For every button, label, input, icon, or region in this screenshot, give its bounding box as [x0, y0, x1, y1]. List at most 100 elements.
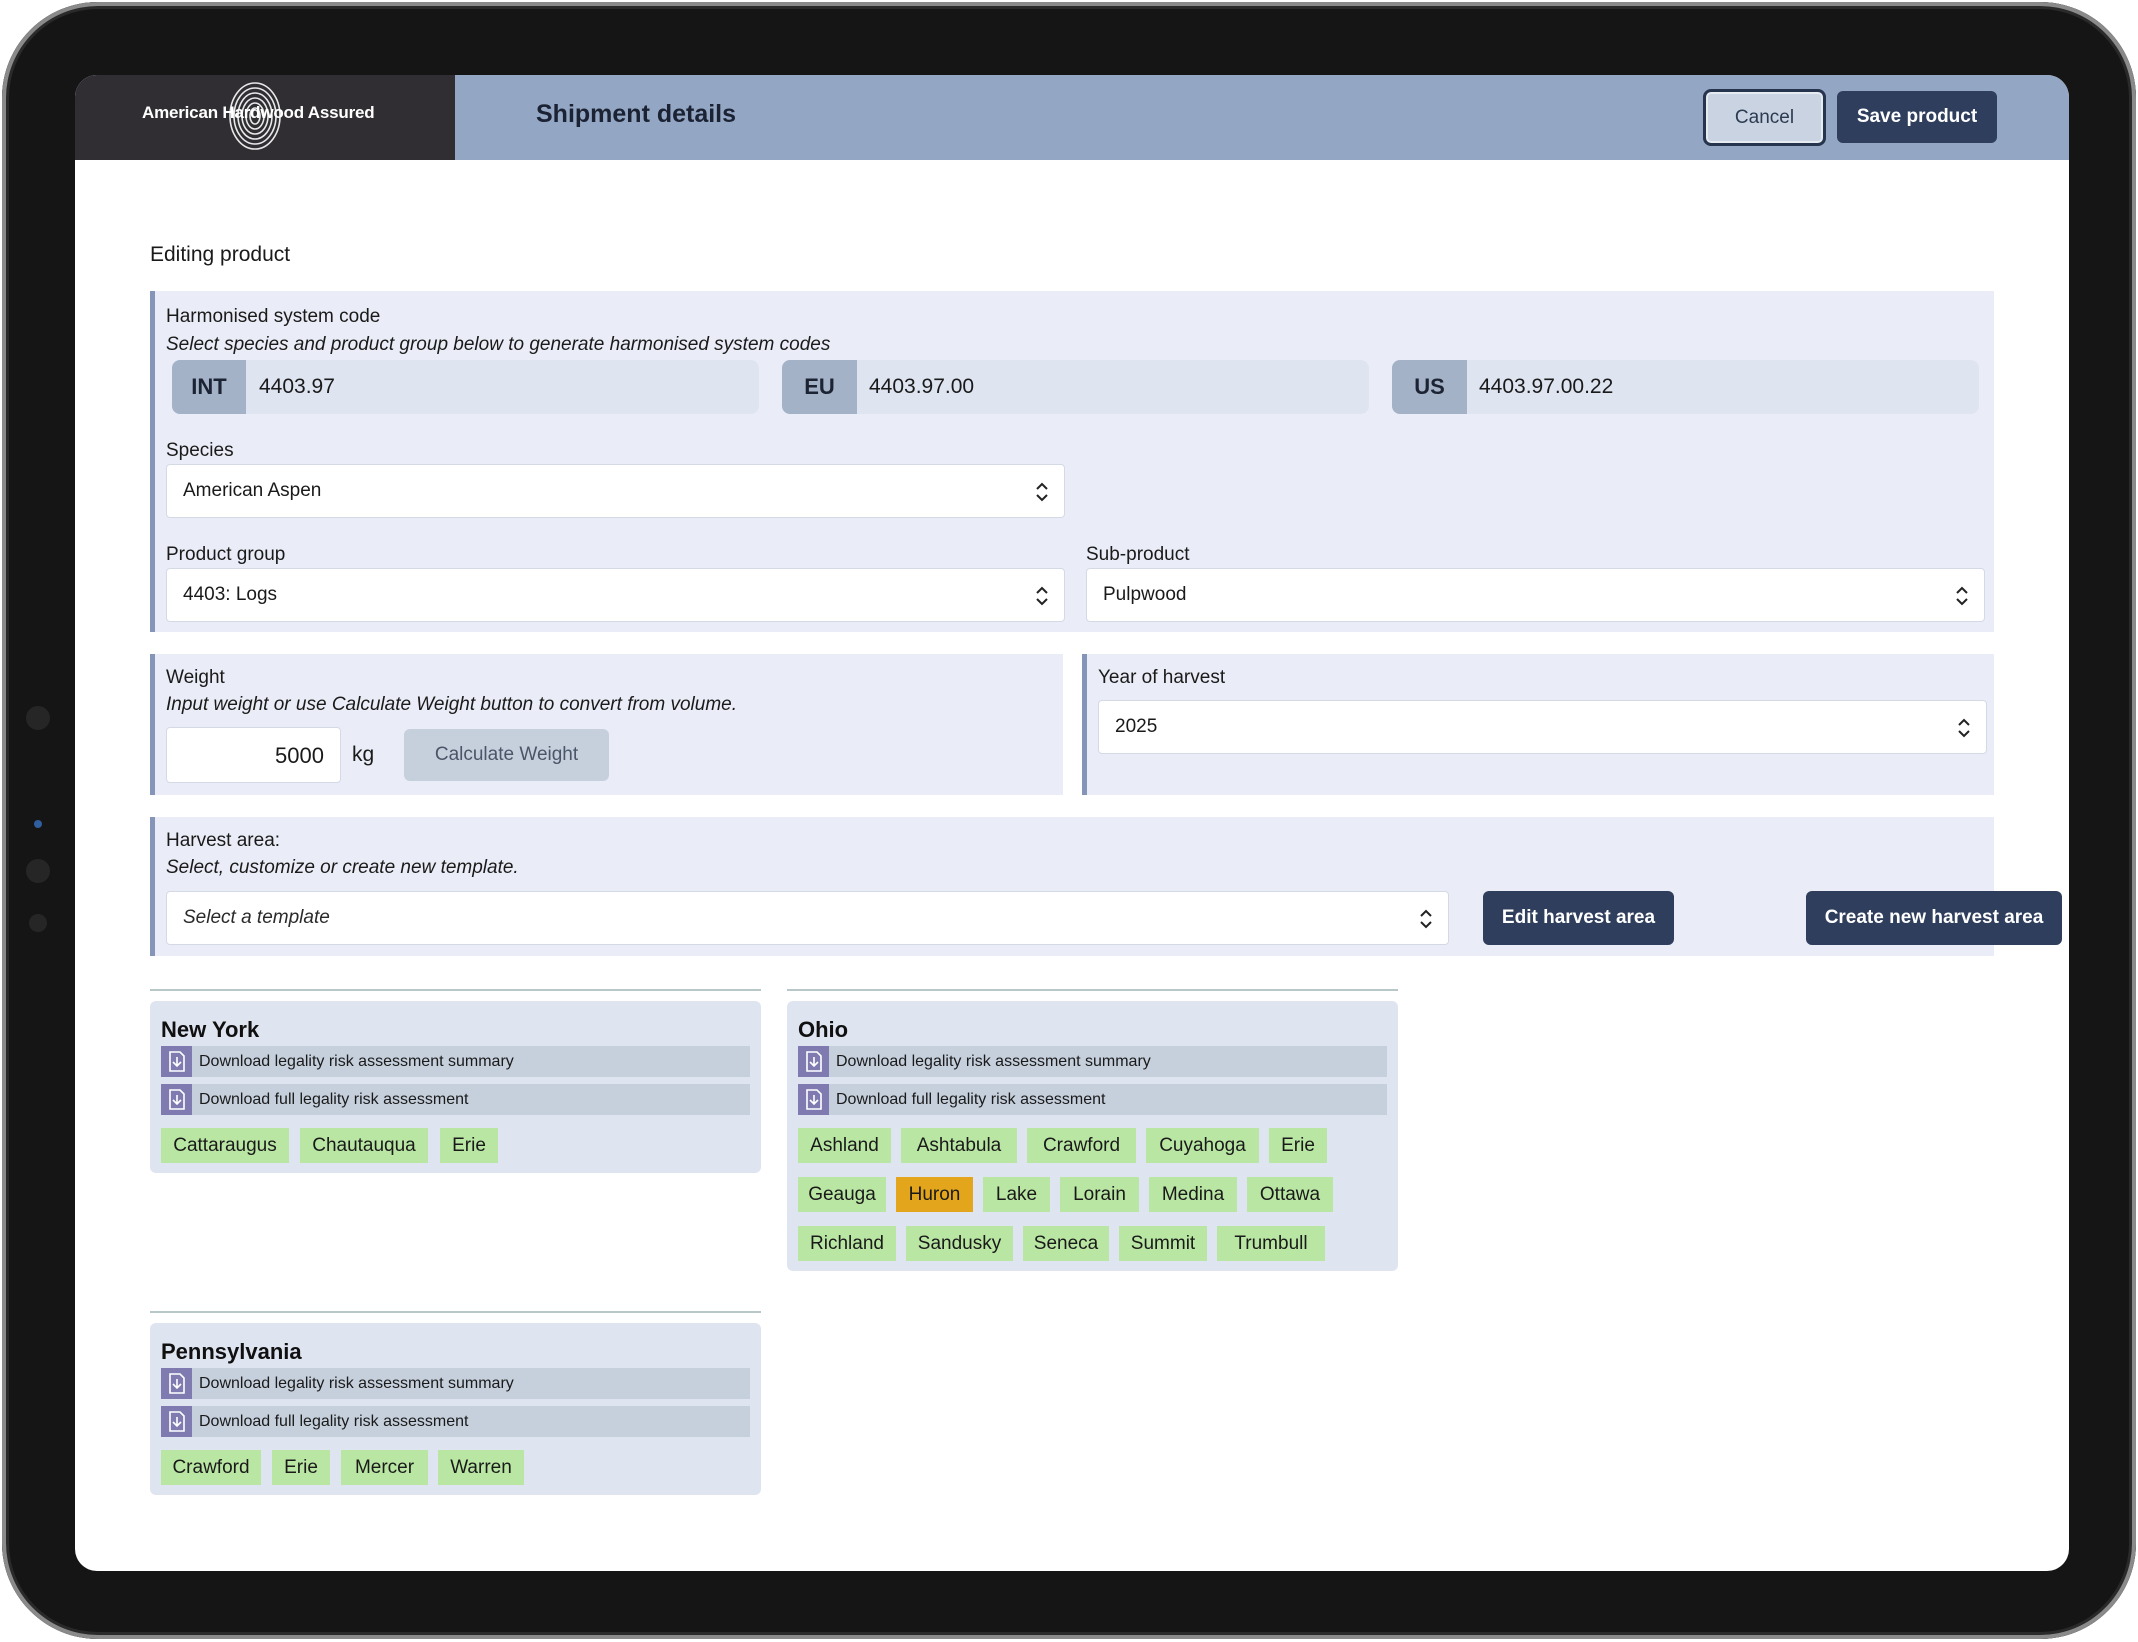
county-chip[interactable]: Sandusky	[906, 1226, 1013, 1261]
hs-code-value: 4403.97	[259, 375, 335, 398]
tablet-frame: American Hardwood Assured Shipment detai…	[2, 2, 2136, 1639]
county-chip[interactable]: Cattaraugus	[161, 1128, 289, 1163]
weight-unit: kg	[352, 743, 375, 766]
card-divider	[150, 1311, 761, 1313]
county-chip[interactable]: Seneca	[1023, 1226, 1109, 1261]
download-label: Download legality risk assessment summar…	[199, 1053, 514, 1070]
weight-input[interactable]: 5000	[166, 727, 341, 783]
county-chip[interactable]: Ashtabula	[901, 1128, 1017, 1163]
chevron-updown-icon	[1956, 586, 1968, 606]
county-chip[interactable]: Erie	[1269, 1128, 1327, 1163]
app-screen: American Hardwood Assured Shipment detai…	[75, 75, 2069, 1571]
county-chip[interactable]: Lorain	[1060, 1177, 1139, 1212]
cancel-button[interactable]: Cancel	[1703, 89, 1826, 146]
harvest-area-label: Harvest area:	[166, 830, 281, 851]
county-chip[interactable]: Crawford	[1027, 1128, 1136, 1163]
hs-code-tag: EU	[782, 360, 857, 414]
weight-hint: Input weight or use Calculate Weight but…	[166, 694, 738, 715]
hs-code-tag: US	[1392, 360, 1467, 414]
region-name: Pennsylvania	[161, 1339, 302, 1364]
create-harvest-area-button[interactable]: Create new harvest area	[1806, 891, 2062, 945]
harvest-template-placeholder: Select a template	[183, 907, 330, 928]
chevron-updown-icon	[1036, 586, 1048, 606]
chevron-updown-icon	[1958, 718, 1970, 738]
species-value: American Aspen	[183, 480, 322, 501]
product-group-value: 4403: Logs	[183, 584, 278, 605]
chevron-updown-icon	[1420, 909, 1432, 929]
sub-product-select[interactable]: Pulpwood	[1086, 568, 1985, 622]
region-name: Ohio	[798, 1017, 849, 1042]
chevron-updown-icon	[1036, 482, 1048, 502]
year-panel: Year of harvest 2025	[1082, 654, 1994, 795]
product-group-label: Product group	[166, 544, 286, 565]
county-chip[interactable]: Cuyahoga	[1146, 1128, 1259, 1163]
county-chip[interactable]: Mercer	[341, 1450, 428, 1485]
download-document-icon	[798, 1084, 829, 1115]
download-label: Download full legality risk assessment	[199, 1413, 469, 1430]
download-full-link[interactable]: Download full legality risk assessment	[161, 1406, 750, 1437]
region-card-ohio: Ohio Download legality risk assessment s…	[787, 1001, 1398, 1271]
sub-product-value: Pulpwood	[1103, 584, 1187, 605]
hs-code-value: 4403.97.00	[869, 375, 975, 398]
download-label: Download full legality risk assessment	[199, 1091, 469, 1108]
year-value: 2025	[1115, 716, 1158, 737]
harvest-template-select[interactable]: Select a template	[166, 891, 1449, 945]
year-label: Year of harvest	[1098, 667, 1226, 688]
hs-code-value: 4403.97.00.22	[1479, 375, 1614, 398]
county-chip[interactable]: Summit	[1119, 1226, 1207, 1261]
hs-code-hint: Select species and product group below t…	[166, 334, 831, 355]
edit-harvest-area-button[interactable]: Edit harvest area	[1483, 891, 1674, 945]
download-summary-link[interactable]: Download legality risk assessment summar…	[161, 1046, 750, 1077]
download-full-link[interactable]: Download full legality risk assessment	[161, 1084, 750, 1115]
weight-value: 5000	[275, 743, 324, 768]
download-document-icon	[161, 1084, 192, 1115]
download-document-icon	[161, 1368, 192, 1399]
harvest-area-panel: Harvest area: Select, customize or creat…	[150, 817, 2062, 956]
download-label: Download legality risk assessment summar…	[199, 1375, 514, 1392]
county-chip[interactable]: Warren	[438, 1450, 524, 1485]
county-chip[interactable]: Chautauqua	[300, 1128, 428, 1163]
sub-product-label: Sub-product	[1086, 544, 1190, 565]
weight-panel: Weight Input weight or use Calculate Wei…	[150, 654, 1063, 795]
region-card-pennsylvania: Pennsylvania Download legality risk asse…	[150, 1323, 761, 1495]
top-bar: American Hardwood Assured Shipment detai…	[75, 75, 2069, 160]
county-chip[interactable]: Erie	[440, 1128, 498, 1163]
hs-code-int: INT 4403.97	[172, 360, 759, 414]
county-chip-warning[interactable]: Huron	[896, 1177, 973, 1212]
region-card-new-york: New York Download legality risk assessme…	[150, 1001, 761, 1173]
download-summary-link[interactable]: Download legality risk assessment summar…	[798, 1046, 1387, 1077]
download-document-icon	[161, 1046, 192, 1077]
download-summary-link[interactable]: Download legality risk assessment summar…	[161, 1368, 750, 1399]
calculate-weight-button[interactable]: Calculate Weight	[404, 729, 609, 781]
download-document-icon	[798, 1046, 829, 1077]
hardware-indicator	[34, 820, 42, 828]
county-chip[interactable]: Medina	[1149, 1177, 1237, 1212]
county-chip[interactable]: Lake	[983, 1177, 1050, 1212]
county-chip[interactable]: Trumbull	[1217, 1226, 1325, 1261]
region-name: New York	[161, 1017, 260, 1042]
year-select[interactable]: 2025	[1098, 700, 1987, 754]
section-title: Editing product	[150, 243, 291, 266]
hardware-sensor	[26, 859, 50, 883]
county-chip[interactable]: Erie	[272, 1450, 330, 1485]
download-document-icon	[161, 1406, 192, 1437]
download-full-link[interactable]: Download full legality risk assessment	[798, 1084, 1387, 1115]
hs-code-us: US 4403.97.00.22	[1392, 360, 1979, 414]
page-title: Shipment details	[536, 100, 737, 128]
download-label: Download legality risk assessment summar…	[836, 1053, 1151, 1070]
species-select[interactable]: American Aspen	[166, 464, 1065, 518]
product-group-select[interactable]: 4403: Logs	[166, 568, 1065, 622]
weight-label: Weight	[166, 667, 225, 688]
county-chip[interactable]: Crawford	[161, 1450, 261, 1485]
save-product-button[interactable]: Save product	[1837, 91, 1997, 143]
hardware-sensor	[26, 706, 50, 730]
logo-text: American Hardwood Assured	[142, 103, 375, 122]
county-chip[interactable]: Ashland	[798, 1128, 891, 1163]
hardware-sensor	[29, 914, 47, 932]
species-label: Species	[166, 440, 234, 461]
logo[interactable]: American Hardwood Assured	[75, 75, 455, 160]
hs-code-tag: INT	[172, 360, 246, 414]
county-chip[interactable]: Richland	[798, 1226, 896, 1261]
county-chip[interactable]: Ottawa	[1247, 1177, 1333, 1212]
county-chip[interactable]: Geauga	[798, 1177, 886, 1212]
